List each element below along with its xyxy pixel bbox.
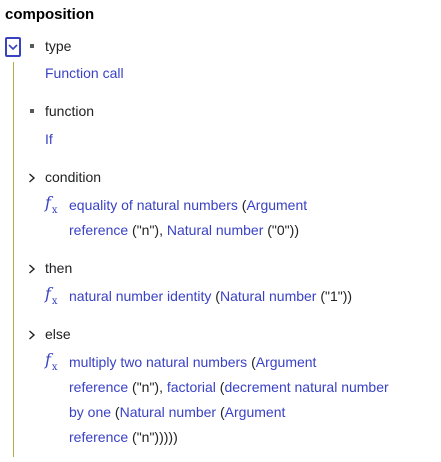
else-line-2: reference ("n"), factorial (decrement na… [69, 379, 389, 395]
argument-link[interactable]: Argument [256, 354, 317, 370]
argument-link[interactable]: Argument [225, 404, 286, 420]
natural-number-link[interactable]: Natural number [220, 288, 317, 304]
function-icon: fx [45, 193, 58, 217]
natural-number-link[interactable]: Natural number [120, 404, 217, 420]
chevron-right-icon[interactable] [28, 264, 36, 274]
function-icon: fx [45, 350, 58, 374]
chevron-right-icon[interactable] [28, 330, 36, 340]
chevron-right-icon[interactable] [28, 173, 36, 183]
argument-link[interactable]: Argument [246, 197, 307, 213]
type-value-link[interactable]: Function call [45, 65, 124, 81]
then-label: then [45, 260, 73, 276]
function-label: function [45, 103, 95, 119]
else-line-4: reference ("n"))))) [69, 429, 178, 445]
then-line-1: natural number identity (Natural number … [69, 288, 353, 304]
natural-number-link[interactable]: Natural number [167, 222, 264, 238]
page-title: composition [5, 6, 95, 23]
bullet-icon [30, 109, 34, 113]
else-function-link[interactable]: multiply two natural numbers [69, 354, 247, 370]
function-icon: fx [45, 284, 58, 308]
condition-label: condition [45, 169, 102, 185]
condition-line-2: reference ("n"), Natural number ("0")) [69, 222, 299, 238]
reference-link[interactable]: reference [69, 379, 128, 395]
type-label: type [45, 38, 72, 54]
else-label: else [45, 326, 71, 342]
then-function-link[interactable]: natural number identity [69, 288, 211, 304]
by-one-link[interactable]: by one [69, 404, 111, 420]
bullet-icon [30, 44, 34, 48]
reference-link[interactable]: reference [69, 222, 128, 238]
collapse-button[interactable] [5, 37, 21, 57]
else-line-3: by one (Natural number (Argument [69, 404, 286, 420]
reference-link[interactable]: reference [69, 429, 128, 445]
tree-guide-line [13, 62, 14, 457]
function-value-link[interactable]: If [45, 131, 53, 147]
else-line-1: multiply two natural numbers (Argument [69, 354, 317, 370]
condition-function-link[interactable]: equality of natural numbers [69, 197, 238, 213]
chevron-down-icon [8, 43, 18, 50]
factorial-link[interactable]: factorial [167, 379, 216, 395]
decrement-link[interactable]: decrement natural number [224, 379, 388, 395]
condition-line-1: equality of natural numbers (Argument [69, 197, 308, 213]
